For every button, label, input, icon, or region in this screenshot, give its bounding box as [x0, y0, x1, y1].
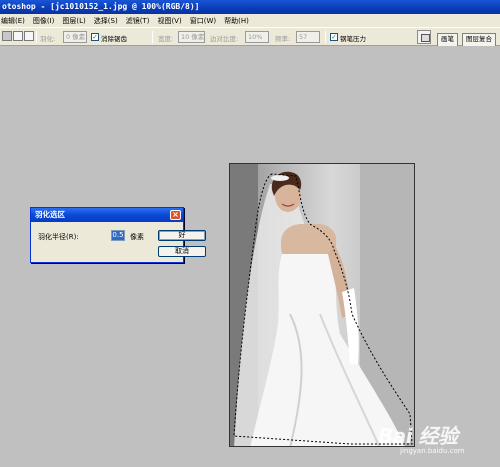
frequency-label: 频率:	[275, 35, 291, 43]
watermark-url: jingyan.baidu.com	[400, 447, 465, 455]
frequency-input[interactable]: 57	[296, 31, 320, 43]
shoulders	[280, 224, 337, 254]
tab-layer-comps[interactable]: 图层复合	[462, 33, 496, 46]
window-title: otoshop - [jc1010152_1.jpg @ 100%(RGB/8)…	[2, 2, 200, 11]
menu-bar: 编辑(E) 图像(I) 图层(L) 选择(S) 滤镜(T) 视图(V) 窗口(W…	[0, 14, 500, 27]
width-label: 宽度:	[158, 35, 174, 43]
menu-image[interactable]: 图像(I)	[33, 16, 55, 26]
document-canvas[interactable]	[229, 163, 415, 447]
tiara	[271, 175, 289, 181]
menu-view[interactable]: 视图(V)	[157, 16, 181, 26]
dialog-title: 羽化选区	[31, 208, 183, 222]
feather-selection-dialog: 羽化选区 × 羽化半径(R): 0.5 像素 好 取消	[30, 207, 206, 263]
feather-label: 羽化:	[40, 35, 56, 43]
antialias-label: 消除锯齿	[101, 35, 127, 43]
new-selection-icon[interactable]	[2, 31, 12, 41]
divider	[152, 31, 153, 43]
cancel-button[interactable]: 取消	[158, 246, 206, 257]
ok-button[interactable]: 好	[158, 230, 206, 241]
menu-window[interactable]: 窗口(W)	[190, 16, 216, 26]
divider	[36, 31, 37, 43]
feather-radius-label: 羽化半径(R):	[38, 233, 79, 241]
menu-help[interactable]: 帮助(H)	[224, 16, 249, 26]
menu-select[interactable]: 选择(S)	[94, 16, 118, 26]
window-title-bar: otoshop - [jc1010152_1.jpg @ 100%(RGB/8)…	[0, 0, 500, 14]
tab-brushes[interactable]: 画笔	[437, 33, 458, 46]
bride-photo	[230, 164, 414, 446]
selection-mode-buttons	[2, 31, 34, 41]
feather-radius-input[interactable]: 0.5	[111, 230, 125, 241]
menu-edit[interactable]: 编辑(E)	[1, 16, 25, 26]
close-icon[interactable]: ×	[170, 210, 181, 220]
feather-radius-unit: 像素	[130, 233, 144, 241]
pen-pressure-label: 钢笔压力	[340, 35, 366, 43]
contrast-label: 边对比度:	[210, 35, 239, 43]
add-to-selection-icon[interactable]	[13, 31, 23, 41]
subtract-selection-icon[interactable]	[24, 31, 34, 41]
divider	[325, 31, 326, 43]
contrast-input[interactable]: 10%	[245, 31, 269, 43]
watermark-logo: Bai 经验	[378, 424, 458, 448]
baidu-watermark: Bai 经验 jingyan.baidu.com	[378, 420, 493, 460]
width-input[interactable]: 10 像素	[178, 31, 205, 43]
options-bar: 羽化: 0 像素 ✓ 消除锯齿 宽度: 10 像素 边对比度: 10% 频率: …	[0, 27, 500, 46]
menu-layer[interactable]: 图层(L)	[62, 16, 85, 26]
menu-filter[interactable]: 滤镜(T)	[126, 16, 150, 26]
feather-input[interactable]: 0 像素	[63, 31, 87, 43]
antialias-checkbox[interactable]: ✓	[91, 33, 99, 41]
brush-palette-icon[interactable]	[417, 30, 431, 44]
pen-pressure-checkbox[interactable]: ✓	[330, 33, 338, 41]
